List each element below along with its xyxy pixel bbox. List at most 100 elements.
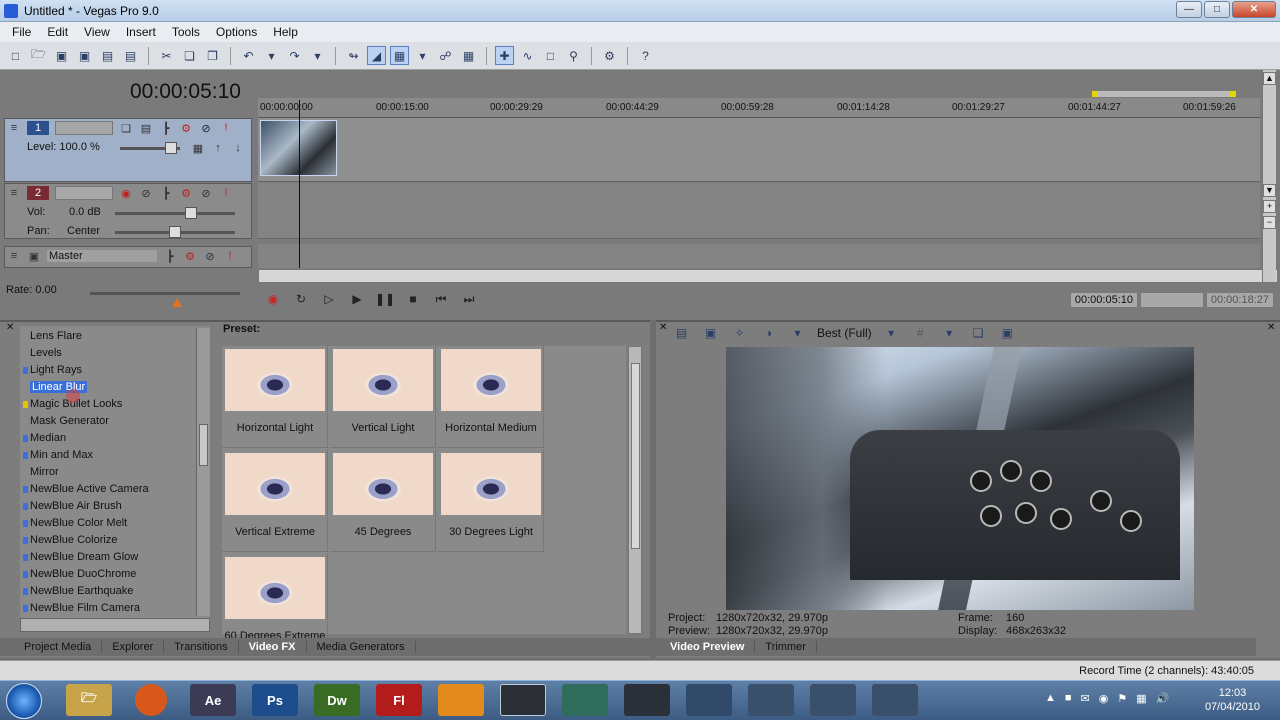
fx-list-item[interactable]: Median (23, 432, 66, 444)
app-taskbar-icon[interactable] (562, 684, 608, 716)
overlays-icon[interactable]: # (911, 324, 930, 343)
app-taskbar-icon[interactable] (810, 684, 856, 716)
vegas-taskbar-icon[interactable] (500, 684, 546, 716)
level-slider-knob[interactable] (165, 142, 177, 154)
fx-list-item[interactable]: Mirror (30, 466, 59, 478)
fx-list-item[interactable]: NewBlue Color Melt (23, 517, 127, 529)
make-compositing-child-icon[interactable]: ▦ (191, 141, 205, 155)
compositing-parent-icon[interactable]: ┣ (159, 121, 173, 135)
loop-region-bar[interactable] (1092, 91, 1236, 97)
split-screen-icon[interactable]: ◑ (759, 324, 778, 343)
mute-icon[interactable]: ⊘ (199, 121, 213, 135)
preset-scrollbar[interactable] (628, 346, 642, 634)
audio-track-lane[interactable] (258, 183, 1260, 239)
split-dropdown-icon[interactable]: ▾ (788, 324, 807, 343)
tray-steam-icon[interactable]: ◉ (1099, 692, 1109, 705)
panel-close-icon[interactable]: ✕ (1267, 322, 1275, 333)
maximize-button[interactable]: □ (1204, 1, 1230, 18)
selection-length-timecode[interactable]: 00:00:18:27 (1206, 292, 1274, 308)
fx-list-item[interactable]: Light Rays (23, 364, 82, 376)
save-as-icon[interactable]: ▣ (75, 46, 94, 65)
fx-list-item[interactable]: NewBlue Colorize (23, 534, 117, 546)
preset-thumbnail[interactable]: Horizontal Medium (438, 346, 544, 448)
composite-mode-icon[interactable]: ▤ (139, 121, 153, 135)
mute-icon[interactable]: ⊘ (199, 186, 213, 200)
open-folder-icon[interactable]: 🗁 (29, 46, 48, 65)
video-fx-icon[interactable]: ✧ (730, 324, 749, 343)
fx-list-item[interactable]: Levels (30, 347, 62, 359)
lower-panel-tab[interactable]: Media Generators (307, 641, 416, 653)
automation-settings-icon[interactable]: ┣ (163, 249, 177, 263)
solo-icon[interactable]: ! (219, 121, 233, 135)
paste-icon[interactable]: ❐ (203, 46, 222, 65)
track-collapse-icon[interactable]: ≡ (7, 121, 21, 135)
menu-help[interactable]: Help (265, 25, 306, 39)
redo-icon[interactable]: ↷ (285, 46, 304, 65)
after-effects-taskbar-icon[interactable]: Ae (190, 684, 236, 716)
menu-options[interactable]: Options (208, 25, 265, 39)
fx-list-item[interactable]: NewBlue Air Brush (23, 500, 122, 512)
app-taskbar-icon[interactable] (872, 684, 918, 716)
network-icon[interactable]: ▦ (1136, 692, 1146, 705)
normal-edit-tool-icon[interactable]: ✚ (495, 46, 514, 65)
copy-icon[interactable]: ❏ (180, 46, 199, 65)
timeline-vertical-scrollbar[interactable]: ▲ ▼ + − (1262, 70, 1276, 282)
automation-settings-icon[interactable]: ┣ (159, 186, 173, 200)
preview-properties-icon[interactable]: ▤ (672, 324, 691, 343)
volume-icon[interactable]: 🔊 (1156, 692, 1170, 705)
render-icon[interactable]: ▤ (98, 46, 117, 65)
menu-file[interactable]: File (4, 25, 39, 39)
cut-icon[interactable]: ✂ (157, 46, 176, 65)
track-collapse-icon[interactable]: ≡ (7, 249, 21, 263)
pan-slider-knob[interactable] (169, 226, 181, 238)
preview-panel-tab[interactable]: Video Preview (660, 641, 756, 653)
zoom-out-icon[interactable]: − (1263, 216, 1276, 229)
solo-icon[interactable]: ! (219, 186, 233, 200)
go-to-start-icon[interactable]: ⏮ (432, 290, 450, 308)
cursor-position-timecode[interactable]: 00:00:05:10 (1070, 292, 1138, 308)
selection-start-timecode[interactable] (1140, 292, 1204, 308)
overlays-dropdown-icon[interactable]: ▾ (940, 324, 959, 343)
ripple-dropdown-icon[interactable]: ▾ (413, 46, 432, 65)
zoom-tool-icon[interactable]: ⚲ (564, 46, 583, 65)
fx-list-item[interactable]: Min and Max (23, 449, 93, 461)
play-icon[interactable]: ▶ (348, 290, 366, 308)
envelope-tool-icon[interactable]: ∿ (518, 46, 537, 65)
fx-list-item[interactable]: NewBlue Dream Glow (23, 551, 138, 563)
properties-icon[interactable]: ▤ (121, 46, 140, 65)
master-fx-icon[interactable]: ⚙ (183, 249, 197, 263)
undo-icon[interactable]: ↶ (239, 46, 258, 65)
fx-list-item[interactable]: Mask Generator (30, 415, 109, 427)
explorer-taskbar-icon[interactable]: 🗁 (66, 684, 112, 716)
panel-close-icon[interactable]: ✕ (659, 322, 667, 333)
tray-app-icon[interactable]: ✉ (1081, 692, 1090, 705)
redo-dropdown-icon[interactable]: ▾ (308, 46, 327, 65)
lock-envelopes-icon[interactable]: ☍ (436, 46, 455, 65)
record-icon[interactable]: ◉ (264, 290, 282, 308)
solo-icon[interactable]: ! (223, 249, 237, 263)
preset-thumbnail[interactable]: Vertical Extreme (222, 450, 328, 552)
move-down-icon[interactable]: ↓ (231, 141, 245, 155)
action-center-icon[interactable]: ⚑ (1117, 692, 1127, 705)
taskbar-clock[interactable]: 12:03 07/04/2010 (1205, 686, 1260, 714)
mute-icon[interactable]: ⊘ (203, 249, 217, 263)
eve-taskbar-icon[interactable] (624, 684, 670, 716)
auto-ripple-icon[interactable]: ▦ (390, 46, 409, 65)
close-button[interactable]: ✕ (1232, 1, 1276, 18)
preset-thumbnail[interactable]: Vertical Light (330, 346, 436, 448)
play-from-start-icon[interactable]: ▷ (320, 290, 338, 308)
track-collapse-icon[interactable]: ≡ (7, 186, 21, 200)
scroll-up-icon[interactable]: ▲ (1263, 72, 1276, 85)
track-name-field[interactable] (55, 186, 113, 200)
preset-thumbnail[interactable]: Horizontal Light (222, 346, 328, 448)
audio-track-header[interactable]: ≡ 2 ◉ ⊘ ┣ ⚙ ⊘ ! Vol: 0.0 dB Pan: Center (4, 183, 252, 239)
master-bus-header[interactable]: ≡ ▣ Master ┣ ⚙ ⊘ ! (4, 246, 252, 268)
selection-tool-icon[interactable]: □ (541, 46, 560, 65)
fx-list-item[interactable]: NewBlue DuoChrome (23, 568, 136, 580)
save-icon[interactable]: ▣ (52, 46, 71, 65)
scroll-thumb[interactable] (631, 363, 640, 549)
scroll-thumb[interactable] (199, 424, 208, 466)
new-file-icon[interactable]: □ (6, 46, 25, 65)
zoom-in-icon[interactable]: + (1263, 200, 1276, 213)
fx-list-item[interactable]: NewBlue Active Camera (23, 483, 149, 495)
